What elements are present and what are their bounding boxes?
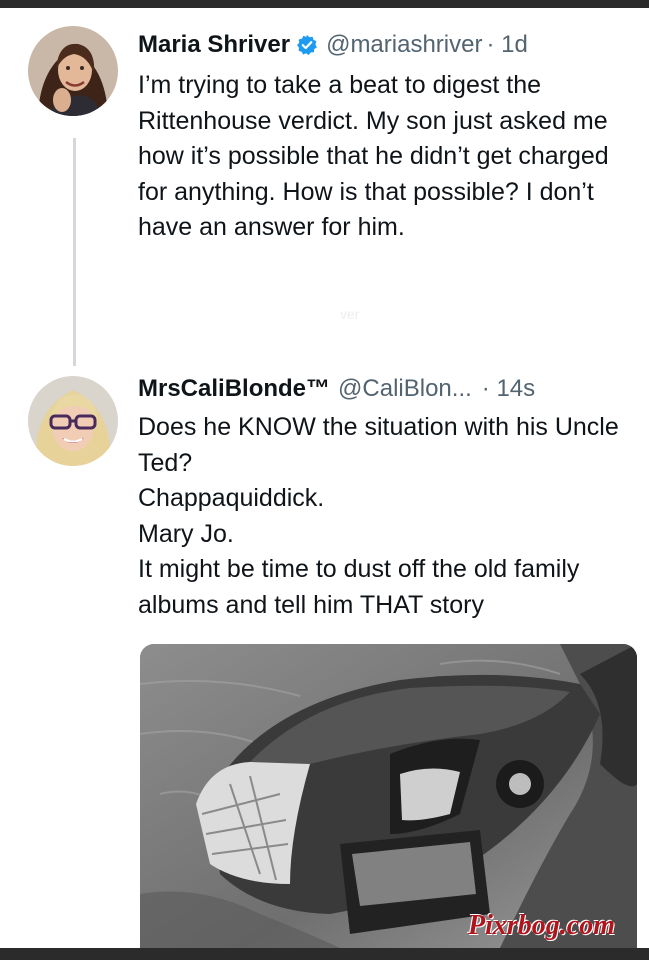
avatar-mrscaliblonde[interactable] [28, 376, 118, 466]
tweet-text-line: Chappaquiddick. [138, 484, 325, 512]
author-handle[interactable]: @mariashriver [326, 30, 482, 60]
tweet-text-line: I’m trying to take a beat to digest the … [138, 71, 609, 241]
tweet-text: I’m trying to take a beat to digest the … [138, 68, 638, 246]
tweet-text: Does he KNOW the situation with his Uncl… [138, 410, 638, 623]
verified-badge-icon [296, 34, 318, 56]
watermark-text: Pixrbog.com [468, 910, 615, 941]
tweet-timestamp[interactable]: · 1d [486, 30, 527, 60]
faint-background-text: ver [340, 306, 360, 322]
author-handle[interactable]: @CaliBlon... [338, 374, 472, 404]
tweet-text-line: Does he KNOW the situation with his Uncl… [138, 413, 619, 477]
tweet-timestamp[interactable]: · 14s [482, 374, 535, 404]
tweet-thread: Maria Shriver @mariashriver · 1d I’m try… [0, 8, 649, 948]
car-in-water-photo[interactable]: Pixrbog.com [140, 644, 637, 948]
tweet-header: Maria Shriver @mariashriver · 1d [138, 30, 528, 60]
tweet-text-line: It might be time to dust off the old fam… [138, 555, 580, 619]
screenshot-frame: Maria Shriver @mariashriver · 1d I’m try… [0, 0, 649, 960]
author-name[interactable]: Maria Shriver [138, 30, 290, 60]
tweet-header: MrsCaliBlonde™ @CaliBlon... · 14s [138, 374, 535, 404]
avatar-maria-shriver[interactable] [28, 26, 118, 116]
author-name[interactable]: MrsCaliBlonde™ [138, 374, 330, 404]
tweet-text-line: Mary Jo. [138, 519, 234, 548]
thread-connector-line [73, 138, 76, 366]
